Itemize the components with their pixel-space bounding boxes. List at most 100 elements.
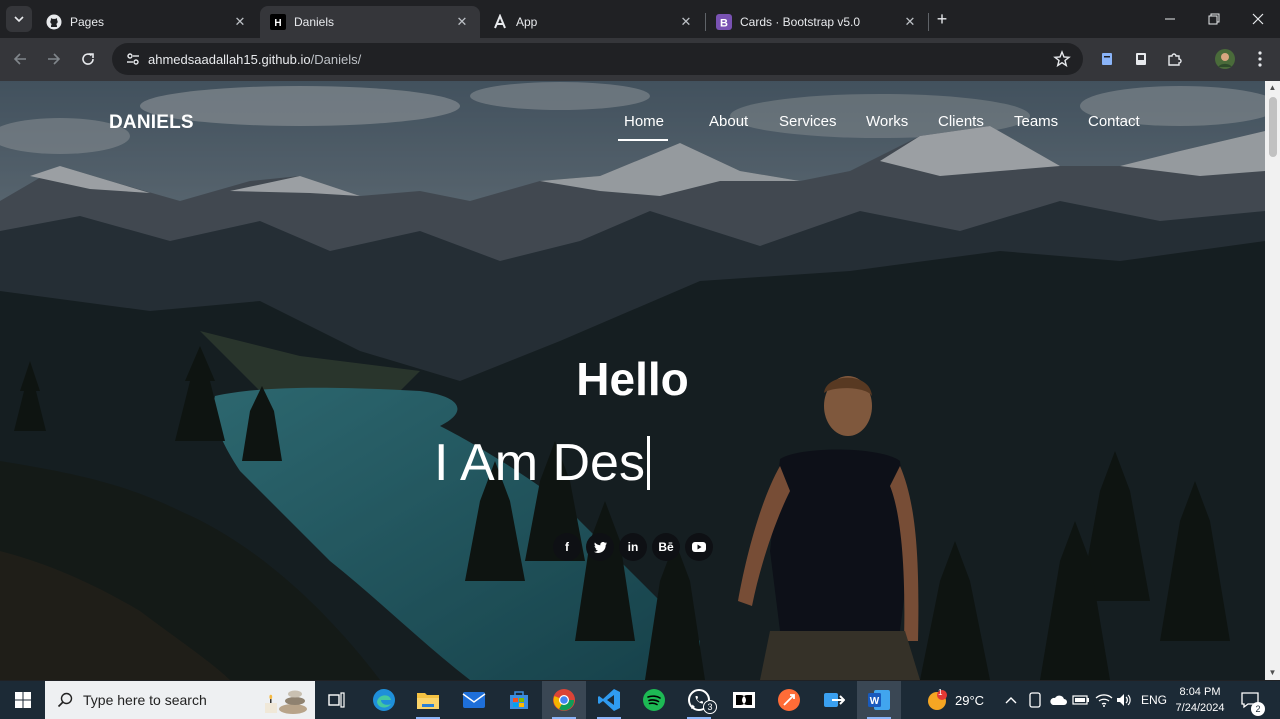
tray-device-icon[interactable] bbox=[1028, 681, 1042, 719]
tab-title: Cards · Bootstrap v5.0 bbox=[740, 15, 861, 29]
reload-icon bbox=[82, 53, 94, 65]
taskbar-whatsapp[interactable]: 3 bbox=[677, 681, 721, 719]
reload-button[interactable] bbox=[74, 45, 102, 73]
close-icon[interactable]: ✕ bbox=[678, 14, 694, 30]
tab-title: Daniels bbox=[294, 15, 335, 29]
active-nav-underline bbox=[618, 139, 668, 141]
clock-date: 7/24/2024 bbox=[1175, 702, 1225, 714]
weather-temp: 29°C bbox=[955, 692, 985, 708]
taskbar-mail[interactable] bbox=[452, 681, 496, 719]
remote-share-icon bbox=[824, 693, 845, 707]
tab-pages[interactable]: Pages ✕ bbox=[36, 6, 258, 38]
youtube-icon[interactable] bbox=[685, 533, 713, 561]
spotify-icon bbox=[643, 689, 665, 711]
taskbar-search-box[interactable]: Type here to search bbox=[45, 681, 315, 719]
taskbar-store[interactable] bbox=[497, 681, 541, 719]
site-brand-logo[interactable]: DANIELS bbox=[109, 112, 194, 134]
scroll-down-arrow-icon[interactable]: ▼ bbox=[1268, 669, 1277, 677]
weather-badge: 1 bbox=[938, 688, 943, 697]
weather-sun-icon bbox=[928, 690, 947, 710]
nav-link-home[interactable]: Home bbox=[624, 113, 664, 130]
speaker-icon bbox=[1117, 694, 1131, 706]
close-icon[interactable]: ✕ bbox=[902, 14, 918, 30]
scroll-up-arrow-icon[interactable]: ▲ bbox=[1268, 84, 1277, 92]
tray-volume[interactable] bbox=[1116, 681, 1134, 719]
nav-link-about[interactable]: About bbox=[709, 113, 748, 130]
nav-link-clients[interactable]: Clients bbox=[938, 113, 984, 130]
minimize-button[interactable] bbox=[1148, 0, 1192, 38]
arrow-left-icon bbox=[13, 53, 26, 65]
linkedin-icon[interactable]: in bbox=[619, 533, 647, 561]
restore-icon bbox=[1208, 13, 1220, 25]
tab-app[interactable]: App ✕ bbox=[482, 6, 704, 38]
clock-time: 8:04 PM bbox=[1179, 686, 1221, 698]
word-icon: W bbox=[868, 690, 890, 710]
nav-link-teams[interactable]: Teams bbox=[1014, 113, 1058, 130]
close-window-button[interactable] bbox=[1236, 0, 1280, 38]
svg-text:B: B bbox=[720, 18, 728, 30]
weather-widget[interactable]: 1 29°C bbox=[925, 681, 984, 719]
nav-link-works[interactable]: Works bbox=[866, 113, 908, 130]
site-h-icon: H bbox=[270, 14, 286, 30]
nav-link-contact[interactable]: Contact bbox=[1088, 113, 1140, 130]
tab-title: App bbox=[516, 15, 538, 29]
taskbar-spotify[interactable] bbox=[632, 681, 676, 719]
nav-link-services[interactable]: Services bbox=[779, 113, 837, 130]
taskbar-vscode[interactable] bbox=[587, 681, 631, 719]
taskbar-chrome[interactable] bbox=[542, 681, 586, 719]
chrome-icon bbox=[553, 689, 575, 711]
dolby-icon bbox=[733, 692, 755, 708]
behance-icon[interactable]: Bē bbox=[652, 533, 680, 561]
extensions-puzzle-icon[interactable] bbox=[1165, 49, 1185, 69]
scrollbar-thumb[interactable] bbox=[1269, 97, 1277, 157]
site-info-icon[interactable] bbox=[118, 51, 148, 67]
wifi-icon bbox=[1095, 694, 1113, 707]
taskbar-dolby[interactable] bbox=[722, 681, 766, 719]
page-viewport: DANIELS Home About Services Works Client… bbox=[0, 81, 1265, 680]
page-scrollbar[interactable]: ▲ ▼ bbox=[1265, 81, 1280, 680]
tab-search-button[interactable] bbox=[6, 6, 32, 32]
notification-center-button[interactable]: 2 bbox=[1240, 681, 1265, 719]
tab-daniels[interactable]: H Daniels ✕ bbox=[260, 6, 480, 38]
profile-avatar[interactable] bbox=[1215, 49, 1235, 69]
url-path: /Daniels/ bbox=[310, 51, 362, 67]
taskbar-word[interactable]: W bbox=[857, 681, 901, 719]
menu-kebab-icon[interactable] bbox=[1250, 49, 1270, 69]
show-hidden-icons[interactable] bbox=[1005, 681, 1017, 719]
close-icon[interactable]: ✕ bbox=[232, 14, 248, 30]
taskbar-remote-app[interactable] bbox=[812, 681, 856, 719]
tray-wifi[interactable] bbox=[1095, 681, 1113, 719]
taskbar-file-explorer[interactable] bbox=[406, 681, 450, 719]
tray-language[interactable]: ENG bbox=[1141, 681, 1167, 719]
extension-docs-icon[interactable] bbox=[1097, 49, 1117, 69]
address-bar[interactable]: ahmedsaadallah15.github.io/Daniels/ bbox=[112, 43, 1083, 75]
twitter-icon[interactable] bbox=[586, 533, 614, 561]
vscode-icon bbox=[598, 689, 620, 711]
taskbar-edge[interactable] bbox=[362, 681, 406, 719]
tray-onedrive[interactable] bbox=[1049, 681, 1067, 719]
taskbar-clock[interactable]: 8:04 PM 7/24/2024 bbox=[1168, 684, 1232, 716]
bookmark-star-icon[interactable] bbox=[1053, 50, 1071, 73]
facebook-icon[interactable]: f bbox=[553, 533, 581, 561]
tab-separator bbox=[928, 13, 929, 31]
github-icon bbox=[46, 14, 62, 30]
task-view-button[interactable] bbox=[315, 681, 359, 719]
restore-button[interactable] bbox=[1192, 0, 1236, 38]
forward-button[interactable] bbox=[40, 45, 68, 73]
close-icon[interactable]: ✕ bbox=[454, 14, 470, 30]
start-button[interactable] bbox=[0, 681, 45, 719]
arrow-right-icon bbox=[48, 53, 61, 65]
phone-link-icon bbox=[1029, 692, 1041, 708]
chevron-down-icon bbox=[14, 16, 24, 23]
back-button[interactable] bbox=[6, 45, 34, 73]
tab-bootstrap[interactable]: B Cards · Bootstrap v5.0 ✕ bbox=[706, 6, 928, 38]
new-tab-button[interactable]: + bbox=[932, 9, 952, 29]
extension-notes-icon[interactable] bbox=[1131, 49, 1151, 69]
svg-text:W: W bbox=[870, 696, 880, 707]
taskbar-postman[interactable] bbox=[767, 681, 811, 719]
svg-text:H: H bbox=[274, 18, 281, 29]
language-label: ENG bbox=[1141, 693, 1168, 707]
search-highlight-stones-icon bbox=[265, 690, 307, 714]
browser-toolbar: ahmedsaadallah15.github.io/Daniels/ bbox=[0, 38, 1280, 106]
tray-battery[interactable] bbox=[1072, 681, 1090, 719]
